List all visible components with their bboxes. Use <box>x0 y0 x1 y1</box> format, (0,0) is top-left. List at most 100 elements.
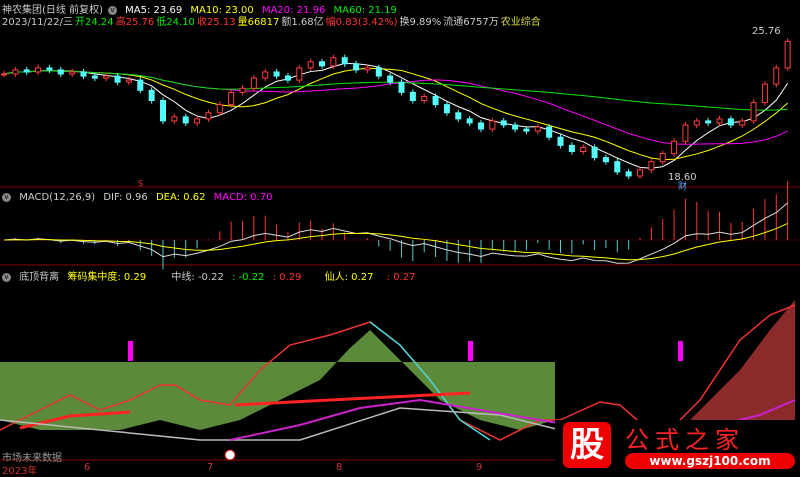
candle <box>557 136 564 146</box>
candle <box>500 120 507 126</box>
candle <box>148 89 155 102</box>
ma5-line <box>3 62 789 169</box>
candle <box>284 75 291 81</box>
candle <box>341 57 348 65</box>
red-area <box>690 300 795 420</box>
candle <box>57 69 64 75</box>
dea-line <box>3 223 788 261</box>
logo-url: www.gszj100.com <box>625 453 795 469</box>
macd-title: MACD(12,26,9) <box>19 192 96 203</box>
x-label: 9 <box>476 462 483 473</box>
candle <box>546 126 553 138</box>
signal-bar <box>468 341 473 361</box>
candle <box>727 118 734 126</box>
candle <box>375 67 382 77</box>
candle <box>250 77 257 89</box>
logo-name: 公式之家 <box>625 426 745 454</box>
candle <box>239 87 246 93</box>
candle <box>671 140 678 155</box>
candle <box>103 75 110 79</box>
candle <box>455 112 462 120</box>
candle <box>421 95 428 102</box>
candle <box>398 81 405 93</box>
candle <box>216 104 223 114</box>
watermark-logo: 股 公式之家 www.gszj100.com <box>555 420 800 472</box>
candle <box>296 67 303 81</box>
candle <box>693 120 700 126</box>
indicator-header: v 底顶背离 筹码集中度: 0.29 中线: -0.22 : -0.22 : 0… <box>2 268 420 283</box>
candle <box>171 116 178 122</box>
candle <box>625 171 632 177</box>
candle <box>534 126 541 132</box>
candle <box>602 157 609 163</box>
candle <box>466 118 473 124</box>
dif-value: DIF: 0.96 <box>103 192 148 203</box>
candle <box>591 146 598 159</box>
dif-line <box>3 202 788 264</box>
candle <box>637 169 643 177</box>
macd-value: MACD: 0.70 <box>213 192 273 203</box>
dea-value: DEA: 0.62 <box>155 192 206 203</box>
value-3: : 0.27 <box>386 272 416 283</box>
candle <box>114 75 121 83</box>
candle <box>137 79 144 91</box>
dropdown-icon[interactable]: v <box>2 192 11 202</box>
candle <box>330 57 337 67</box>
candle <box>739 120 746 126</box>
candle <box>523 128 530 132</box>
x-label: 7 <box>207 462 214 473</box>
signal-bar <box>678 341 683 361</box>
candle <box>478 122 484 130</box>
candle <box>205 112 212 120</box>
candle <box>91 75 98 79</box>
candle <box>784 40 791 69</box>
candle <box>1 73 7 76</box>
candle <box>750 102 757 122</box>
candle <box>228 91 235 106</box>
candle <box>319 61 325 67</box>
candle <box>80 71 87 77</box>
candle <box>364 67 371 71</box>
value-1: : -0.22 <box>232 272 265 283</box>
candle <box>262 71 269 79</box>
candle <box>307 61 314 69</box>
candle <box>23 69 30 73</box>
logo-char: 股 <box>563 422 611 468</box>
xian-value: 仙人: 0.27 <box>324 272 374 283</box>
mid-value: 中线: -0.22 <box>171 272 224 283</box>
value-2: : 0.29 <box>272 272 302 283</box>
candle <box>489 120 496 130</box>
candle <box>160 100 166 122</box>
candle <box>273 71 280 77</box>
candle <box>659 153 666 163</box>
candle <box>353 63 360 71</box>
candle <box>682 124 689 142</box>
candle <box>125 79 132 83</box>
chart-canvas[interactable] <box>0 0 800 475</box>
candle <box>716 118 723 124</box>
candle <box>773 67 780 85</box>
candle <box>512 124 519 130</box>
candle <box>69 71 76 75</box>
candle <box>182 116 189 124</box>
candle <box>761 83 768 104</box>
finance-marker[interactable]: 财 <box>678 179 687 192</box>
macd-header: v MACD(12,26,9) DIF: 0.96 DEA: 0.62 MACD… <box>2 192 277 203</box>
chip-value: 筹码集中度: 0.29 <box>67 272 147 283</box>
candle <box>194 118 201 124</box>
candle <box>705 120 712 124</box>
ma60-line <box>3 70 788 111</box>
signal-marker: S <box>138 179 144 188</box>
candle <box>46 67 53 71</box>
max-price-label: 25.76 <box>752 26 781 37</box>
candle <box>568 144 575 152</box>
candle <box>432 95 439 106</box>
ma20-line <box>3 70 788 145</box>
candle <box>648 161 655 171</box>
x-label: 8 <box>336 462 343 473</box>
candle <box>409 91 416 102</box>
dropdown-icon[interactable]: v <box>2 272 11 282</box>
plus-icon <box>224 449 236 461</box>
candle <box>614 161 621 173</box>
x-label: 6 <box>84 462 91 473</box>
